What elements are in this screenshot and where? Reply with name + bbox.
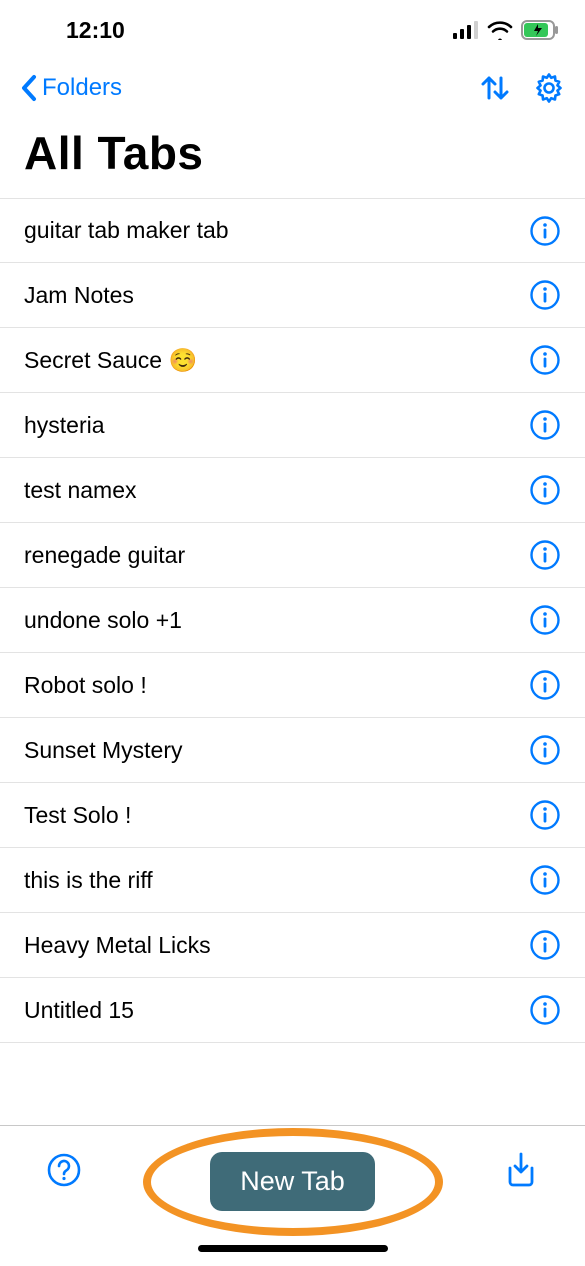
page-title: All Tabs [0,116,585,198]
cellular-icon [453,21,479,39]
tab-title: Sunset Mystery [24,737,183,764]
tab-title: guitar tab maker tab [24,217,229,244]
home-indicator [198,1245,388,1252]
info-icon[interactable] [529,215,561,247]
table-row[interactable]: Secret Sauce ☺️ [0,328,585,393]
info-icon[interactable] [529,409,561,441]
info-icon[interactable] [529,474,561,506]
info-icon[interactable] [529,344,561,376]
tab-title: Untitled 15 [24,997,134,1024]
table-row[interactable]: Heavy Metal Licks [0,913,585,978]
info-icon[interactable] [529,669,561,701]
tab-title: this is the riff [24,867,153,894]
tab-title: undone solo +1 [24,607,182,634]
table-row[interactable]: renegade guitar [0,523,585,588]
help-button[interactable] [34,1152,94,1188]
info-icon[interactable] [529,799,561,831]
info-icon[interactable] [529,864,561,896]
table-row[interactable]: test namex [0,458,585,523]
info-icon[interactable] [529,604,561,636]
new-tab-button[interactable]: New Tab [210,1152,375,1211]
table-row[interactable]: Test Solo ! [0,783,585,848]
status-time: 12:10 [66,17,125,44]
nav-bar: Folders [0,60,585,116]
tabs-list: guitar tab maker tab Jam Notes Secret Sauc… [0,198,585,1125]
settings-button[interactable] [533,72,565,104]
tab-title: Heavy Metal Licks [24,932,211,959]
tab-title: Robot solo ! [24,672,147,699]
tab-title: Secret Sauce ☺️ [24,347,197,374]
tab-title: renegade guitar [24,542,185,569]
chevron-left-icon [20,74,38,102]
back-label: Folders [42,74,122,102]
table-row[interactable]: guitar tab maker tab [0,198,585,263]
back-button[interactable]: Folders [20,74,122,102]
info-icon[interactable] [529,929,561,961]
table-row[interactable]: Robot solo ! [0,653,585,718]
battery-icon [521,20,559,40]
tab-title: Jam Notes [24,282,134,309]
info-icon[interactable] [529,994,561,1026]
status-bar: 12:10 [0,0,585,60]
table-row[interactable]: undone solo +1 [0,588,585,653]
info-icon[interactable] [529,539,561,571]
import-button[interactable] [491,1152,551,1188]
table-row[interactable]: Sunset Mystery [0,718,585,783]
table-row[interactable]: this is the riff [0,848,585,913]
info-icon[interactable] [529,734,561,766]
sort-button[interactable] [479,73,511,103]
tab-title: hysteria [24,412,105,439]
table-row[interactable]: Jam Notes [0,263,585,328]
table-row[interactable]: Untitled 15 [0,978,585,1043]
info-icon[interactable] [529,279,561,311]
table-row[interactable]: hysteria [0,393,585,458]
tab-title: test namex [24,477,137,504]
tab-title: Test Solo ! [24,802,131,829]
wifi-icon [487,20,513,40]
